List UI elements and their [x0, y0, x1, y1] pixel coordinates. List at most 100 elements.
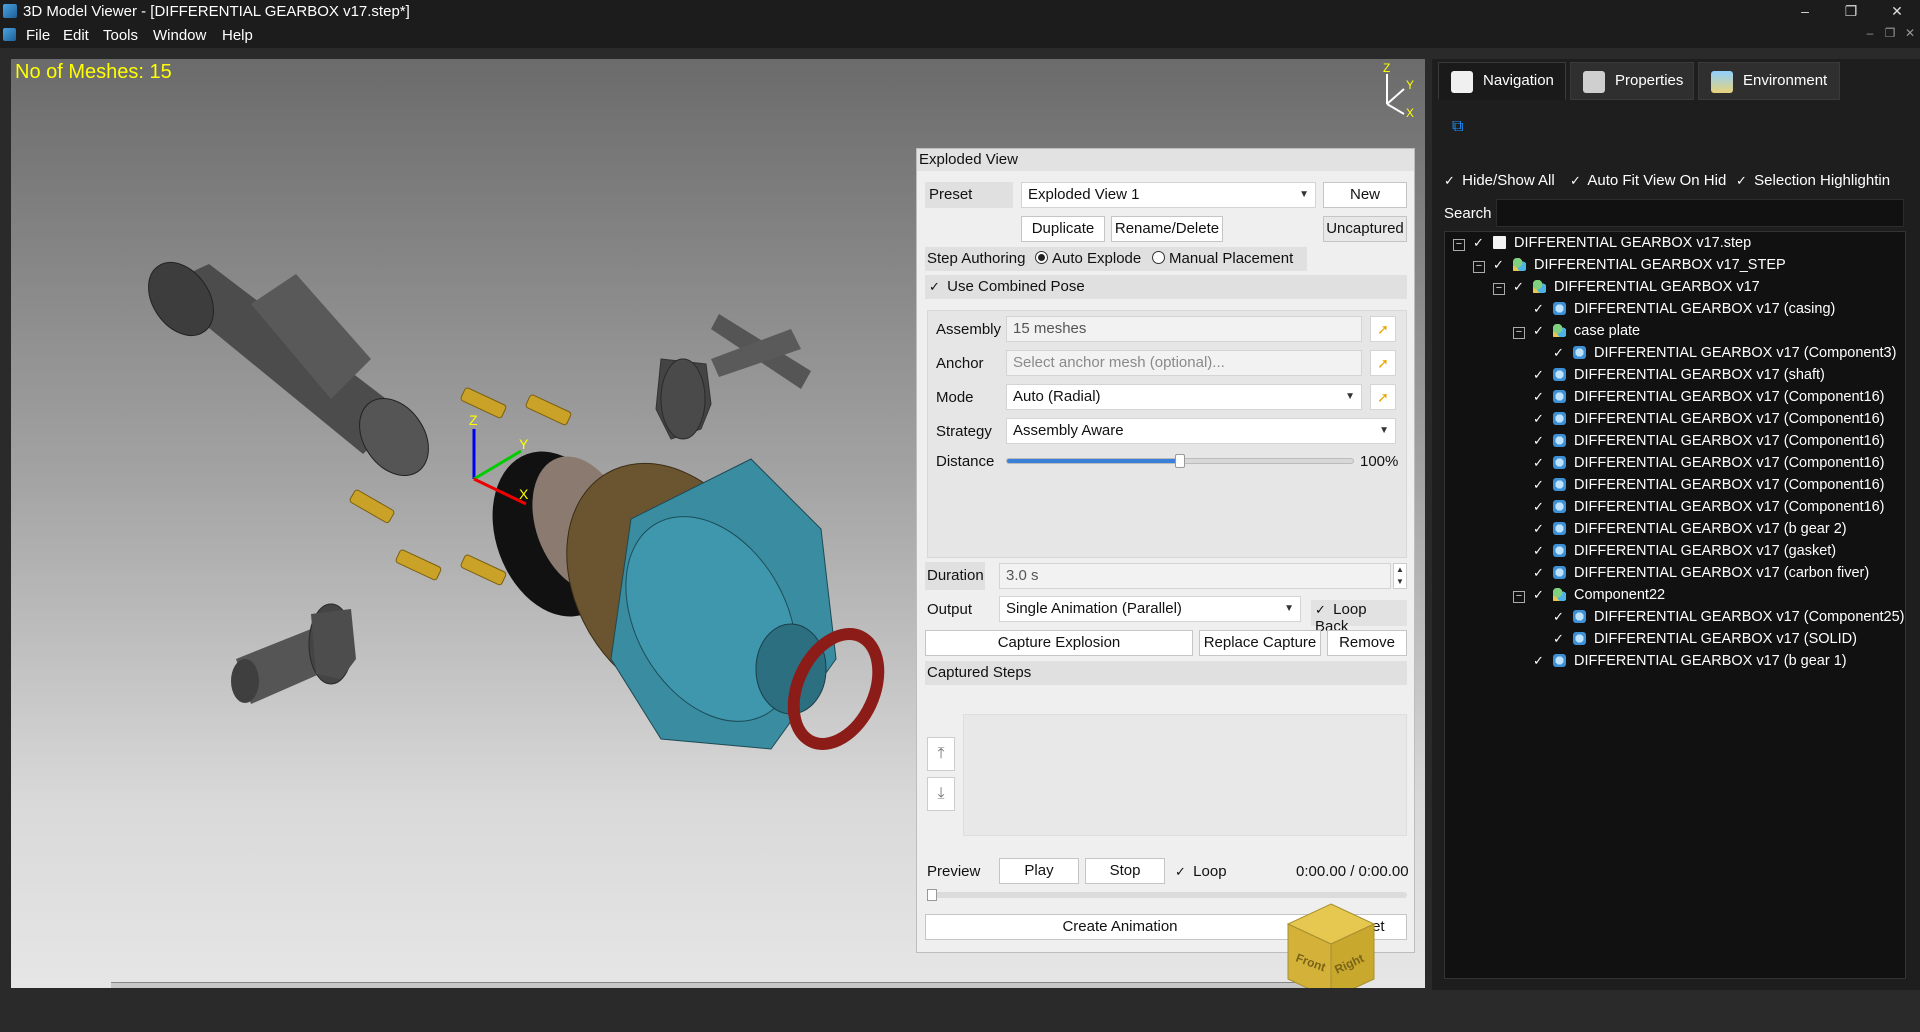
checkmark-icon[interactable]: ✓ — [1533, 562, 1545, 584]
checkmark-icon[interactable]: ✓ — [1533, 452, 1545, 474]
checkmark-icon[interactable]: ✓ — [1533, 518, 1545, 540]
menu-tools[interactable]: Tools — [103, 27, 138, 44]
checkmark-icon[interactable]: ✓ — [1533, 474, 1545, 496]
mdi-restore-button[interactable]: ❐ — [1882, 26, 1898, 42]
minimize-button[interactable]: – — [1782, 0, 1828, 24]
pinion-shaft-bottom[interactable] — [231, 603, 356, 704]
tree-node[interactable]: − ✓ DIFFERENTIAL GEARBOX v17_STEP — [1473, 254, 1786, 276]
tree-node[interactable]: ✓ DIFFERENTIAL GEARBOX v17 (shaft) — [1533, 364, 1825, 386]
distance-slider-handle[interactable] — [1175, 454, 1185, 468]
tree-node[interactable]: ✓ DIFFERENTIAL GEARBOX v17 (Component16) — [1533, 496, 1885, 518]
collapse-icon[interactable]: − — [1513, 327, 1525, 339]
checkmark-icon[interactable]: ✓ — [1553, 606, 1565, 628]
duplicate-button[interactable]: Duplicate — [1021, 216, 1105, 242]
timeline-handle[interactable] — [927, 889, 937, 901]
collapse-icon[interactable]: − — [1493, 283, 1505, 295]
auto-explode-radio[interactable]: Auto Explode — [1035, 250, 1141, 267]
new-preset-button[interactable]: New — [1323, 182, 1407, 208]
preset-dropdown[interactable]: Exploded View 1 ▼ — [1021, 182, 1316, 208]
output-dropdown[interactable]: Single Animation (Parallel) ▼ — [999, 596, 1301, 622]
3d-viewport[interactable]: Z Y X Z Y X No of Meshes: 15 Exploded Vi… — [11, 59, 1425, 988]
checkmark-icon[interactable]: ✓ — [1533, 430, 1545, 452]
checkmark-icon[interactable]: ✓ — [1533, 408, 1545, 430]
checkmark-icon[interactable]: ✓ — [1533, 584, 1545, 606]
checkmark-icon[interactable]: ✓ — [1553, 342, 1565, 364]
tree-node[interactable]: ✓ DIFFERENTIAL GEARBOX v17 (carbon fiver) — [1533, 562, 1869, 584]
tree-node[interactable]: ✓ DIFFERENTIAL GEARBOX v17 (Component25) — [1553, 606, 1905, 628]
strategy-dropdown[interactable]: Assembly Aware ▼ — [1006, 418, 1396, 444]
tree-node[interactable]: − ✓ case plate — [1513, 320, 1640, 342]
checkmark-icon[interactable]: ✓ — [1533, 364, 1545, 386]
use-combined-pose-checkbox[interactable]: ✓ Use Combined Pose — [929, 278, 1085, 295]
stop-button[interactable]: Stop — [1085, 858, 1165, 884]
scene-tree[interactable]: − ✓ DIFFERENTIAL GEARBOX v17.step − ✓ DIFFER… — [1444, 231, 1906, 979]
mdi-minimize-button[interactable]: – — [1862, 26, 1878, 42]
tree-node[interactable]: ✓ DIFFERENTIAL GEARBOX v17 (Component3) — [1553, 342, 1896, 364]
checkmark-icon[interactable]: ✓ — [1553, 628, 1565, 650]
checkmark-icon[interactable]: ✓ — [1473, 232, 1485, 254]
menu-window[interactable]: Window — [153, 27, 206, 44]
selection-highlighting-checkbox[interactable]: ✓ Selection Highlightin — [1736, 172, 1916, 189]
uncaptured-button[interactable]: Uncaptured — [1323, 216, 1407, 242]
menu-file[interactable]: File — [26, 27, 50, 44]
tree-node[interactable]: ✓ DIFFERENTIAL GEARBOX v17 (b gear 1) — [1533, 650, 1847, 672]
tab-properties[interactable]: Properties — [1570, 62, 1694, 100]
anchor-field[interactable]: Select anchor mesh (optional)... — [1006, 350, 1362, 376]
checkmark-icon[interactable]: ✓ — [1533, 298, 1545, 320]
tree-node[interactable]: ✓ DIFFERENTIAL GEARBOX v17 (b gear 2) — [1533, 518, 1847, 540]
hide-show-all-checkbox[interactable]: ✓ Hide/Show All — [1444, 172, 1555, 189]
menu-edit[interactable]: Edit — [63, 27, 89, 44]
checkmark-icon[interactable]: ✓ — [1533, 540, 1545, 562]
tree-node[interactable]: − ✓ DIFFERENTIAL GEARBOX v17 — [1493, 276, 1760, 298]
capture-explosion-button[interactable]: Capture Explosion — [925, 630, 1193, 656]
play-button[interactable]: Play — [999, 858, 1079, 884]
pick-anchor-cursor-icon[interactable]: ➚ — [1370, 350, 1396, 376]
tree-node[interactable]: ✓ DIFFERENTIAL GEARBOX v17 (Component16) — [1533, 452, 1885, 474]
search-input[interactable] — [1496, 199, 1904, 227]
tab-environment[interactable]: Environment — [1698, 62, 1840, 100]
collapse-icon[interactable]: − — [1473, 261, 1485, 273]
external-link-icon[interactable]: ⧉ — [1452, 118, 1463, 136]
create-animation-button[interactable]: Create Animation — [925, 914, 1315, 940]
tree-node[interactable]: − ✓ DIFFERENTIAL GEARBOX v17.step — [1453, 232, 1751, 254]
loop-checkbox[interactable]: ✓ Loop — [1175, 863, 1227, 880]
collapse-icon[interactable]: − — [1513, 591, 1525, 603]
preview-timeline-slider[interactable] — [927, 889, 1407, 901]
checkmark-icon[interactable]: ✓ — [1533, 320, 1545, 342]
tree-node[interactable]: − ✓ Component22 — [1513, 584, 1665, 606]
viewport-scrollbar[interactable] — [111, 982, 1331, 988]
tree-node[interactable]: ✓ DIFFERENTIAL GEARBOX v17 (SOLID) — [1553, 628, 1857, 650]
navigation-cube[interactable]: Front Right — [1281, 899, 1381, 988]
pinion-shaft-top[interactable] — [655, 314, 811, 440]
tree-node[interactable]: ✓ DIFFERENTIAL GEARBOX v17 (Component16) — [1533, 430, 1885, 452]
move-step-down-icon[interactable]: ⤓ — [927, 777, 955, 811]
duration-stepper[interactable]: ▲ ▼ — [1393, 563, 1407, 589]
captured-steps-list[interactable] — [963, 714, 1407, 836]
menu-help[interactable]: Help — [222, 27, 253, 44]
distance-slider[interactable] — [1006, 454, 1354, 468]
rename-delete-button[interactable]: Rename/Delete — [1111, 216, 1223, 242]
manual-placement-radio[interactable]: Manual Placement — [1152, 250, 1293, 267]
checkmark-icon[interactable]: ✓ — [1533, 386, 1545, 408]
checkmark-icon[interactable]: ✓ — [1513, 276, 1525, 298]
replace-capture-button[interactable]: Replace Capture — [1199, 630, 1321, 656]
tree-node[interactable]: ✓ DIFFERENTIAL GEARBOX v17 (casing) — [1533, 298, 1835, 320]
tab-navigation[interactable]: Navigation — [1438, 62, 1566, 100]
collapse-icon[interactable]: − — [1453, 239, 1465, 251]
checkmark-icon[interactable]: ✓ — [1533, 496, 1545, 518]
mode-dropdown[interactable]: Auto (Radial) ▼ — [1006, 384, 1362, 410]
checkmark-icon[interactable]: ✓ — [1533, 650, 1545, 672]
tree-node[interactable]: ✓ DIFFERENTIAL GEARBOX v17 (gasket) — [1533, 540, 1836, 562]
output-shaft-part[interactable] — [135, 250, 443, 488]
maximize-button[interactable]: ❐ — [1828, 0, 1874, 24]
tree-node[interactable]: ✓ DIFFERENTIAL GEARBOX v17 (Component16) — [1533, 386, 1885, 408]
move-step-up-icon[interactable]: ⤒ — [927, 737, 955, 771]
tree-node[interactable]: ✓ DIFFERENTIAL GEARBOX v17 (Component16) — [1533, 408, 1885, 430]
remove-capture-button[interactable]: Remove — [1327, 630, 1407, 656]
mdi-close-button[interactable]: ✕ — [1902, 26, 1918, 42]
auto-fit-view-checkbox[interactable]: ✓ Auto Fit View On Hid — [1570, 172, 1726, 189]
close-button[interactable]: ✕ — [1874, 0, 1920, 24]
checkmark-icon[interactable]: ✓ — [1493, 254, 1505, 276]
loop-back-checkbox[interactable]: ✓ Loop Back — [1311, 600, 1407, 635]
pick-assembly-cursor-icon[interactable]: ➚ — [1370, 316, 1396, 342]
